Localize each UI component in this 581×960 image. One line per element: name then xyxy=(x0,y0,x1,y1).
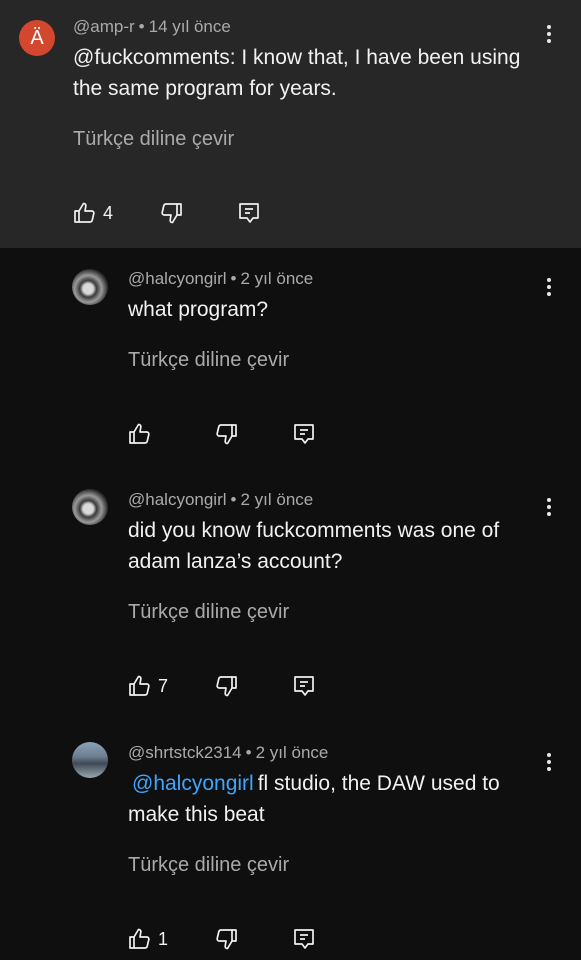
author-name[interactable]: @shrtstck2314 xyxy=(128,743,242,762)
reply-icon xyxy=(294,424,314,444)
comment-highlighted: Ä @amp-r • 14 yıl önce @fuckcomments: I kn… xyxy=(0,0,581,248)
dislike-button[interactable] xyxy=(214,926,238,952)
thumbs-up-icon xyxy=(74,202,95,223)
reply-icon xyxy=(239,203,259,223)
comment-text-line: adam lanza’s account? xyxy=(128,550,343,573)
like-button[interactable]: 1 xyxy=(128,926,168,952)
separator: • xyxy=(245,743,252,762)
comment-meta: @halcyongirl • 2 yıl önce xyxy=(128,269,313,289)
translate-link[interactable]: Türkçe diline çevir xyxy=(128,854,289,877)
timestamp[interactable]: 14 yıl önce xyxy=(149,17,231,36)
like-count: 7 xyxy=(158,675,169,696)
comment-meta: @shrtstck2314 • 2 yıl önce xyxy=(128,743,328,763)
avatar[interactable] xyxy=(72,269,108,305)
like-button[interactable] xyxy=(128,421,158,447)
like-count: 1 xyxy=(158,928,169,949)
thumbs-up-icon xyxy=(129,675,150,696)
more-options-button[interactable] xyxy=(539,750,559,774)
comment-meta: @halcyongirl • 2 yıl önce xyxy=(128,490,313,510)
thumbs-down-icon xyxy=(216,929,237,950)
avatar[interactable] xyxy=(72,489,108,525)
reply-icon xyxy=(294,676,314,696)
timestamp[interactable]: 2 yıl önce xyxy=(256,743,329,762)
comment-text-line: what program? xyxy=(128,298,269,321)
comment-meta: @amp-r • 14 yıl önce xyxy=(73,17,231,37)
separator: • xyxy=(138,17,145,36)
comment-text: @halcyongirl fl studio, the DAW used to m… xyxy=(128,768,500,830)
comment-text-line: make this beat xyxy=(128,803,265,826)
comment-text-fragment: fl studio, the DAW used to xyxy=(257,772,500,795)
reply-comment: @shrtstck2314 • 2 yıl önce @halcyongirl fl … xyxy=(0,720,581,960)
translate-link[interactable]: Türkçe diline çevir xyxy=(73,128,234,151)
thumbs-up-icon xyxy=(129,928,150,949)
more-options-button[interactable] xyxy=(539,275,559,299)
reply-comment: @halcyongirl • 2 yıl önce what program? Tü… xyxy=(0,248,581,467)
like-button[interactable]: 4 xyxy=(73,200,113,226)
more-options-button[interactable] xyxy=(539,22,559,46)
more-options-button[interactable] xyxy=(539,495,559,519)
reply-button[interactable] xyxy=(292,926,316,952)
comment-text-line: @halcyongirl fl studio, the DAW used to xyxy=(128,768,500,799)
avatar[interactable]: Ä xyxy=(19,20,55,56)
author-name[interactable]: @halcyongirl xyxy=(128,490,227,509)
reply-icon xyxy=(294,929,314,949)
thumbs-down-icon xyxy=(161,203,182,224)
comment-text: what program? xyxy=(128,294,268,325)
reply-button[interactable] xyxy=(237,200,261,226)
dislike-button[interactable] xyxy=(214,421,238,447)
author-name[interactable]: @amp-r xyxy=(73,17,135,36)
like-button[interactable]: 7 xyxy=(128,673,168,699)
comment-text-line: the same program for years. xyxy=(73,77,337,100)
reply-comment: @halcyongirl • 2 yıl önce did you know fuc… xyxy=(0,467,581,720)
timestamp[interactable]: 2 yıl önce xyxy=(240,490,313,509)
comment-text-line: @fuckcomments: I know that, I have been … xyxy=(73,46,521,69)
avatar[interactable] xyxy=(72,742,108,778)
thumbs-up-icon xyxy=(129,423,150,444)
translate-link[interactable]: Türkçe diline çevir xyxy=(128,349,289,372)
comment-text: @fuckcomments: I know that, I have been … xyxy=(73,42,520,104)
author-name[interactable]: @halcyongirl xyxy=(128,269,227,288)
dislike-button[interactable] xyxy=(159,200,183,226)
thumbs-down-icon xyxy=(216,676,237,697)
separator: • xyxy=(230,490,237,509)
translate-link[interactable]: Türkçe diline çevir xyxy=(128,601,289,624)
dislike-button[interactable] xyxy=(214,673,238,699)
thumbs-down-icon xyxy=(216,424,237,445)
reply-button[interactable] xyxy=(292,673,316,699)
like-count: 4 xyxy=(103,202,114,223)
comment-text: did you know fuckcomments was one of ada… xyxy=(128,515,499,577)
comment-text-line: did you know fuckcomments was one of xyxy=(128,519,500,542)
reply-button[interactable] xyxy=(292,421,316,447)
timestamp[interactable]: 2 yıl önce xyxy=(240,269,313,288)
mention-link[interactable]: @halcyongirl xyxy=(132,772,254,795)
separator: • xyxy=(230,269,237,288)
